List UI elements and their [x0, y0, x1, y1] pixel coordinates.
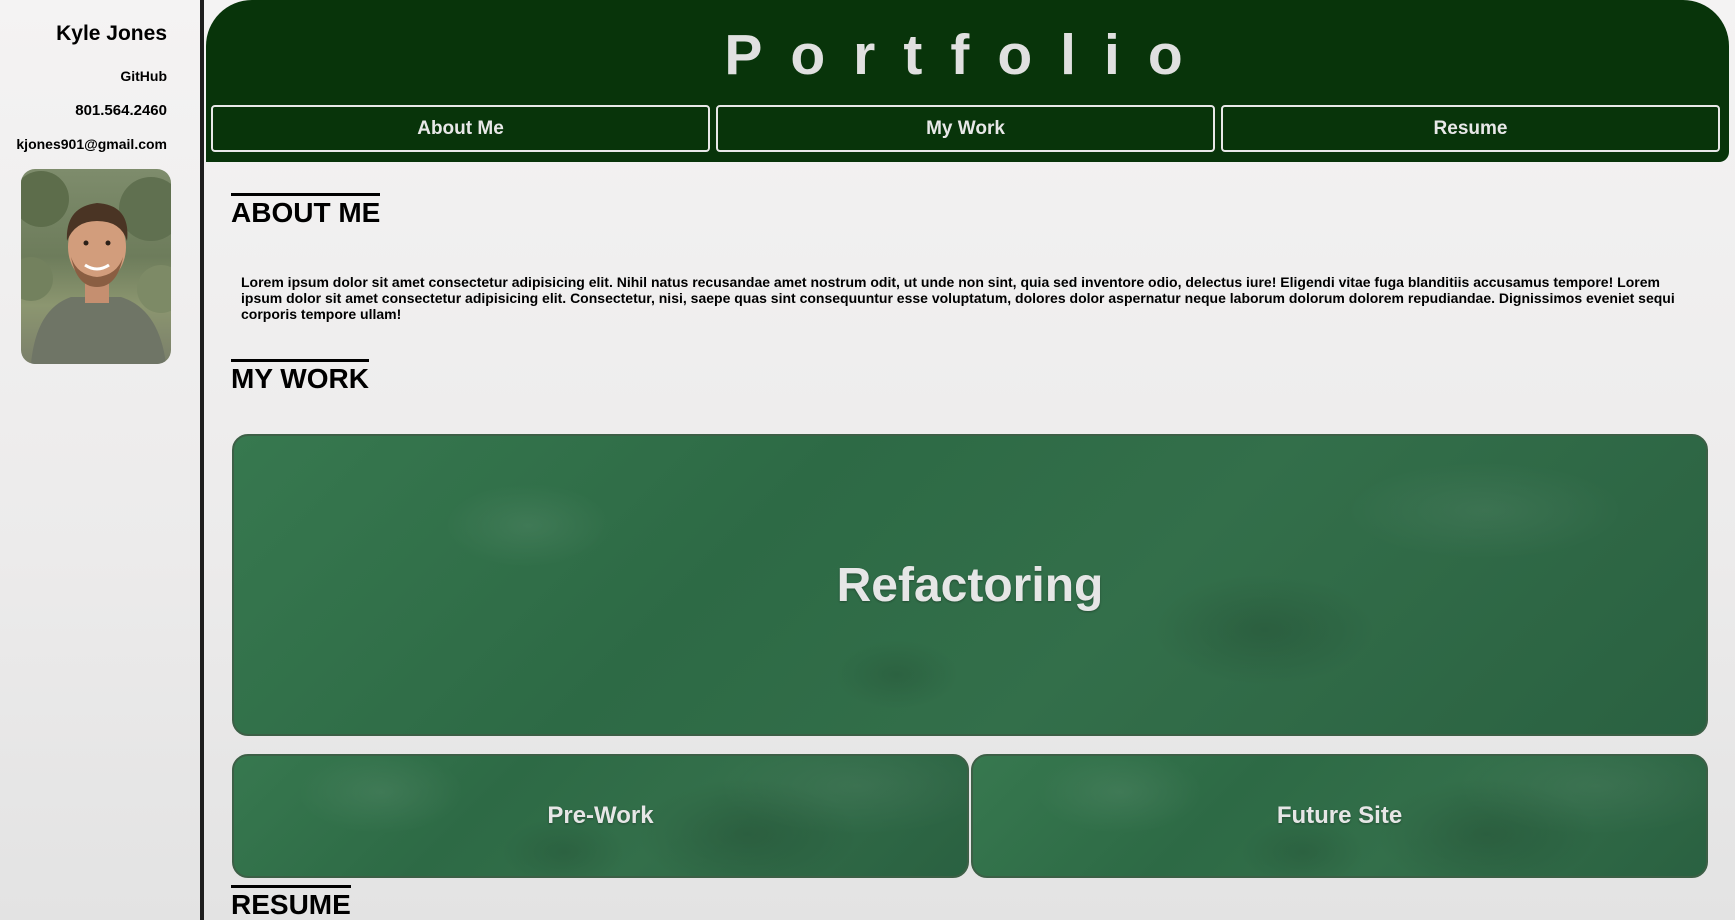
phone-link[interactable]: 801.564.2460 [75, 102, 167, 119]
nav-resume-button[interactable]: Resume [1221, 105, 1720, 152]
main-nav: About Me My Work Resume [211, 105, 1720, 152]
nav-my-work-button[interactable]: My Work [716, 105, 1215, 152]
site-header: Portfolio About Me My Work Resume [206, 0, 1729, 162]
project-title-future-site: Future Site [1276, 802, 1403, 829]
site-title: Portfolio [724, 23, 1211, 87]
project-card-future-site[interactable]: Future Site [971, 754, 1708, 878]
project-title-refactoring: Refactoring [836, 558, 1104, 612]
email-link[interactable]: kjones901@gmail.com [16, 136, 167, 152]
nav-about-me-button[interactable]: About Me [211, 105, 710, 152]
project-card-refactoring[interactable]: Refactoring [232, 434, 1708, 736]
resume-heading: RESUME [231, 885, 351, 920]
profile-name: Kyle Jones [56, 22, 167, 45]
project-card-pre-work[interactable]: Pre-Work [232, 754, 969, 878]
profile-photo [21, 171, 171, 364]
github-link[interactable]: GitHub [120, 68, 167, 84]
sidebar: Kyle Jones GitHub 801.564.2460 kjones901… [0, 0, 204, 920]
about-me-heading: ABOUT ME [231, 193, 381, 228]
about-me-text: Lorem ipsum dolor sit amet consectetur a… [241, 274, 1675, 322]
my-work-heading: MY WORK [231, 359, 369, 394]
project-title-pre-work: Pre-Work [547, 802, 654, 829]
avatar [21, 169, 171, 364]
